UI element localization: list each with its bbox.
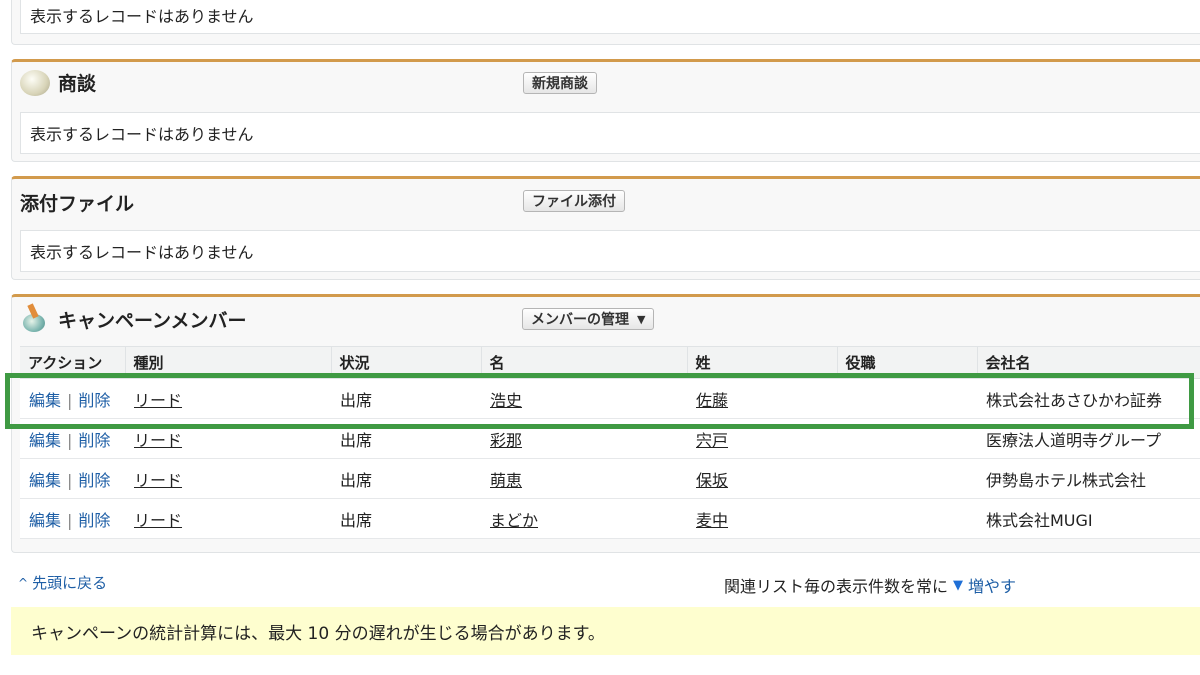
- edit-link[interactable]: 編集: [29, 471, 61, 490]
- new-deal-button[interactable]: 新規商談: [523, 72, 597, 94]
- status-cell: 出席: [331, 418, 481, 459]
- deals-empty-box: 表示するレコードはありません: [20, 112, 1200, 154]
- type-link[interactable]: リード: [134, 431, 182, 450]
- edit-link[interactable]: 編集: [29, 391, 61, 410]
- campaign-members-title-text: キャンペーンメンバー: [58, 309, 247, 332]
- notice-text: キャンペーンの統計計算には、最大 10 分の遅れが生じる場合があります。: [31, 623, 605, 644]
- table-header-row: アクション 種別 状況 名 姓 役職 会社名: [20, 346, 1200, 379]
- status-cell: 出席: [331, 378, 481, 419]
- title-cell: [837, 498, 977, 539]
- first-name-link[interactable]: 彩那: [490, 431, 522, 450]
- edit-link[interactable]: 編集: [29, 511, 61, 530]
- stats-delay-notice: キャンペーンの統計計算には、最大 10 分の遅れが生じる場合があります。: [11, 607, 1200, 655]
- empty-message-box: 表示するレコードはありません: [20, 0, 1200, 34]
- first-name-link[interactable]: 浩史: [490, 391, 522, 410]
- column-header-company[interactable]: 会社名: [976, 346, 1200, 379]
- action-separator: |: [67, 470, 73, 490]
- attachments-related-list: 添付ファイル ファイル添付 表示するレコードはありません: [11, 176, 1200, 280]
- row-actions: 編集 | 削除: [20, 378, 125, 419]
- deal-icon: [20, 69, 50, 96]
- last-name-link[interactable]: 宍戸: [696, 431, 728, 450]
- table-row: 編集 | 削除 リード 出席 まどか 麦中 株式会社MUGI: [20, 498, 1200, 539]
- row-actions: 編集 | 削除: [20, 458, 125, 499]
- title-cell: [837, 378, 977, 419]
- column-header-type[interactable]: 種別: [124, 346, 331, 379]
- attachments-empty-message: 表示するレコードはありません: [30, 243, 254, 262]
- empty-message: 表示するレコードはありません: [30, 7, 254, 26]
- last-name-link[interactable]: 保坂: [696, 471, 728, 490]
- company-cell: 伊勢島ホテル株式会社: [977, 458, 1200, 499]
- deals-empty-message: 表示するレコードはありません: [30, 125, 254, 144]
- type-link[interactable]: リード: [134, 391, 182, 410]
- back-to-top-link[interactable]: ^ 先頭に戻る: [18, 572, 107, 593]
- attach-file-button[interactable]: ファイル添付: [523, 190, 625, 212]
- campaign-icon: [20, 303, 50, 334]
- action-separator: |: [67, 510, 73, 530]
- previous-related-list: 表示するレコードはありません: [11, 0, 1200, 45]
- campaign-members-related-list: キャンペーンメンバー メンバーの管理 ▼ アクション 種別 状況 名 姓 役職 …: [11, 294, 1200, 553]
- last-name-link[interactable]: 佐藤: [696, 391, 728, 410]
- column-header-last-name[interactable]: 姓: [686, 346, 837, 379]
- column-header-status[interactable]: 状況: [330, 346, 481, 379]
- table-row: 編集 | 削除 リード 出席 浩史 佐藤 株式会社あさひかわ証券: [20, 378, 1200, 419]
- new-deal-button-label: 新規商談: [532, 76, 588, 92]
- action-separator: |: [67, 390, 73, 410]
- company-cell: 株式会社あさひかわ証券: [977, 378, 1200, 419]
- delete-link[interactable]: 削除: [78, 471, 110, 490]
- show-more-link[interactable]: 増やす: [968, 573, 1016, 597]
- attachments-empty-box: 表示するレコードはありません: [20, 230, 1200, 272]
- attachments-title: 添付ファイル: [20, 189, 134, 216]
- show-more-row: 関連リスト毎の表示件数を常に ▼ 増やす: [724, 573, 1016, 597]
- chevron-down-icon: ▼: [637, 312, 646, 326]
- title-cell: [837, 418, 977, 459]
- manage-members-dropdown[interactable]: メンバーの管理 ▼: [522, 308, 655, 330]
- last-name-link[interactable]: 麦中: [696, 511, 728, 530]
- type-link[interactable]: リード: [134, 511, 182, 530]
- attach-file-button-label: ファイル添付: [532, 194, 616, 210]
- deals-title: 商談: [20, 69, 96, 96]
- delete-link[interactable]: 削除: [78, 431, 110, 450]
- edit-link[interactable]: 編集: [29, 431, 61, 450]
- back-to-top-label: 先頭に戻る: [32, 574, 108, 592]
- table-row: 編集 | 削除 リード 出席 萌恵 保坂 伊勢島ホテル株式会社: [20, 458, 1200, 499]
- status-cell: 出席: [331, 458, 481, 499]
- show-more-prefix: 関連リスト毎の表示件数を常に: [724, 577, 949, 596]
- status-cell: 出席: [331, 498, 481, 539]
- delete-link[interactable]: 削除: [78, 391, 110, 410]
- column-header-action[interactable]: アクション: [20, 346, 125, 379]
- attachments-title-text: 添付ファイル: [20, 193, 135, 215]
- table-row: 編集 | 削除 リード 出席 彩那 宍戸 医療法人道明寺グループ: [20, 418, 1200, 459]
- company-cell: 株式会社MUGI: [977, 498, 1200, 539]
- triangle-down-icon: ▼: [953, 577, 964, 593]
- row-actions: 編集 | 削除: [20, 418, 125, 459]
- deals-title-text: 商談: [58, 73, 97, 95]
- title-cell: [837, 458, 977, 499]
- deals-related-list: 商談 新規商談 表示するレコードはありません: [11, 59, 1200, 162]
- company-cell: 医療法人道明寺グループ: [977, 418, 1200, 459]
- column-header-title[interactable]: 役職: [836, 346, 977, 379]
- first-name-link[interactable]: 萌恵: [490, 471, 522, 490]
- first-name-link[interactable]: まどか: [490, 511, 538, 530]
- delete-link[interactable]: 削除: [78, 511, 110, 530]
- column-header-first-name[interactable]: 名: [480, 346, 687, 379]
- row-actions: 編集 | 削除: [20, 498, 125, 539]
- campaign-members-table: アクション 種別 状況 名 姓 役職 会社名 編集 | 削除 リード 出席 浩史 佐…: [20, 346, 1200, 539]
- action-separator: |: [67, 430, 73, 450]
- campaign-members-title: キャンペーンメンバー: [20, 303, 247, 334]
- manage-members-label: メンバーの管理: [531, 312, 629, 328]
- type-link[interactable]: リード: [134, 471, 182, 490]
- caret-up-icon: ^: [18, 575, 29, 590]
